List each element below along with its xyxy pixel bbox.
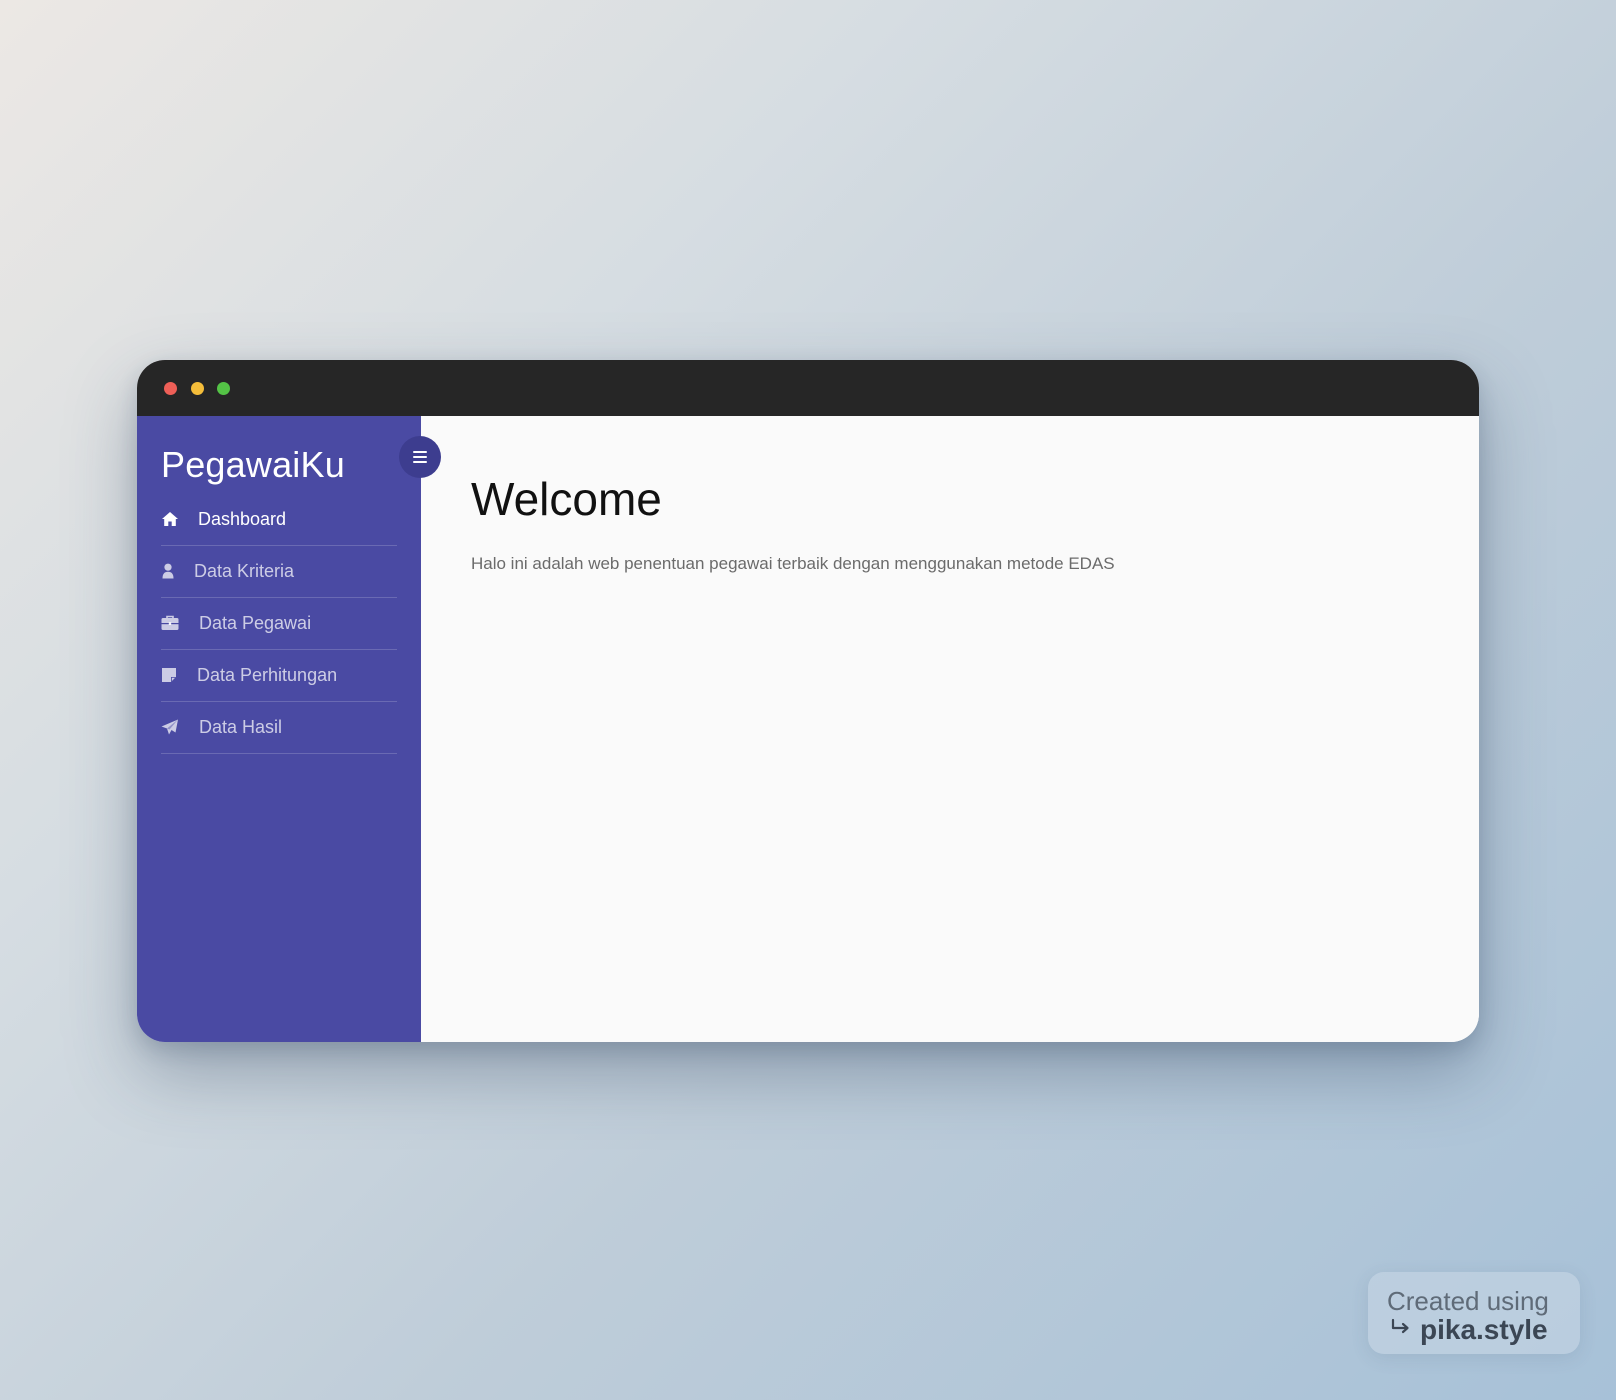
sidebar-item-data-perhitungan[interactable]: Data Perhitungan <box>161 650 397 702</box>
page-title: Welcome <box>471 473 662 525</box>
sidebar-item-label: Dashboard <box>198 509 287 529</box>
paper-plane-icon <box>161 719 179 735</box>
note-icon <box>161 667 179 683</box>
window-close-button[interactable] <box>164 382 177 395</box>
watermark-badge[interactable]: Created using pika.style <box>1368 1272 1580 1354</box>
return-arrow-icon <box>1390 1318 1412 1341</box>
window-maximize-button[interactable] <box>217 382 230 395</box>
sidebar-item-dashboard[interactable]: Dashboard <box>161 494 397 546</box>
sidebar-item-data-kriteria[interactable]: Data Kriteria <box>161 546 397 598</box>
browser-window: PegawaiKu Dashboard Data Kriteria Data P… <box>137 360 1479 1042</box>
sidebar: PegawaiKu Dashboard Data Kriteria Data P… <box>137 416 421 1042</box>
briefcase-icon <box>161 615 179 631</box>
main-content: Welcome Halo ini adalah web penentuan pe… <box>421 416 1479 1042</box>
window-minimize-button[interactable] <box>191 382 204 395</box>
sidebar-item-label: Data Perhitungan <box>197 665 338 685</box>
user-icon <box>161 563 179 579</box>
watermark-brand: pika.style <box>1420 1314 1548 1345</box>
sidebar-item-data-hasil[interactable]: Data Hasil <box>161 702 397 754</box>
sidebar-item-data-pegawai[interactable]: Data Pegawai <box>161 598 397 650</box>
brand-logo[interactable]: PegawaiKu <box>161 444 345 486</box>
window-titlebar <box>137 360 1479 416</box>
sidebar-item-label: Data Pegawai <box>199 613 312 633</box>
sidebar-item-label: Data Hasil <box>199 717 283 737</box>
menu-icon <box>413 451 427 463</box>
page-description: Halo ini adalah web penentuan pegawai te… <box>471 554 1115 573</box>
watermark-text: Created using <box>1387 1286 1549 1316</box>
sidebar-toggle-button[interactable] <box>399 436 441 478</box>
sidebar-nav: Dashboard Data Kriteria Data Pegawai Dat… <box>161 494 397 754</box>
home-icon <box>161 511 179 527</box>
sidebar-item-label: Data Kriteria <box>194 561 295 581</box>
